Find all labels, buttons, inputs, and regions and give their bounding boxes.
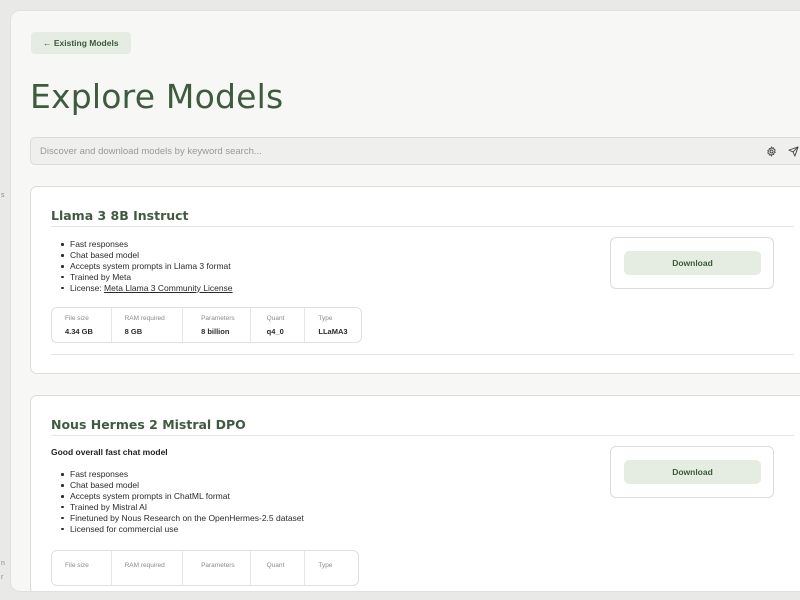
search-actions [765,145,800,158]
model-specs-table: File size 4.34 GB RAM required 8 GB Para… [51,307,362,343]
spec-file-size: File size 4.34 GB [52,308,112,342]
model-card-llama-3-8b: Llama 3 8B Instruct Fast responses Chat … [30,186,800,374]
spec-parameters: Parameters [183,551,251,585]
sidebar-edge-mark: n [1,560,5,567]
divider [51,226,794,227]
model-search-input[interactable] [40,145,800,157]
sidebar-edge-mark: r [1,574,4,581]
spec-quant: Quant q4_0 [251,308,306,342]
list-item: Trained by Mistral AI [51,502,304,513]
spec-ram-required: RAM required 8 GB [112,308,184,342]
spec-quant: Quant [251,551,306,585]
download-panel: Download [610,446,774,498]
model-feature-list: Fast responses Chat based model Accepts … [51,239,233,294]
divider [51,435,794,436]
license-prefix: License: [70,282,105,293]
model-description: Good overall fast chat model [51,447,168,457]
model-name: Nous Hermes 2 Mistral DPO [51,417,246,432]
list-item: Fast responses [51,239,233,250]
spec-ram-required: RAM required [112,551,184,585]
model-specs-table: File size RAM required Parameters Quant … [51,550,359,586]
spec-type: Type [318,562,333,569]
list-item: Trained by Meta [51,272,233,283]
existing-models-back-button[interactable]: ← Existing Models [31,32,131,54]
spec-file-size: File size [52,551,112,585]
download-button-nous-hermes-2[interactable]: Download [624,460,761,484]
list-item: Accepts system prompts in ChatML format [51,491,304,502]
page-title: Explore Models [30,77,284,116]
divider [51,354,794,355]
list-item: Chat based model [51,250,233,261]
send-icon[interactable] [787,145,800,158]
list-item: Fast responses [51,469,304,480]
model-feature-list: Fast responses Chat based model Accepts … [51,469,304,534]
list-item: Chat based model [51,480,304,491]
spec-parameters: Parameters 8 billion [183,308,251,342]
list-item: Licensed for commercial use [51,524,304,535]
sidebar-edge-mark: s [1,192,5,199]
model-card-nous-hermes-2: Nous Hermes 2 Mistral DPO Good overall f… [30,395,800,591]
left-sidebar-edge: s n r [0,0,10,600]
model-name: Llama 3 8B Instruct [51,208,189,223]
spec-type: Type LLaMA3 [318,314,348,336]
download-panel: Download [610,237,774,289]
gear-icon[interactable] [765,145,778,158]
list-item: Accepts system prompts in Llama 3 format [51,261,233,272]
download-button-llama-3-8b[interactable]: Download [624,251,761,275]
list-item: Finetuned by Nous Research on the OpenHe… [51,513,304,524]
license-item: License: Meta Llama 3 Community License [51,283,233,294]
model-search-bar [30,137,800,165]
explore-models-panel: ← Existing Models Explore Models Llama 3… [10,10,800,592]
license-link[interactable]: Meta Llama 3 Community License [104,283,233,293]
